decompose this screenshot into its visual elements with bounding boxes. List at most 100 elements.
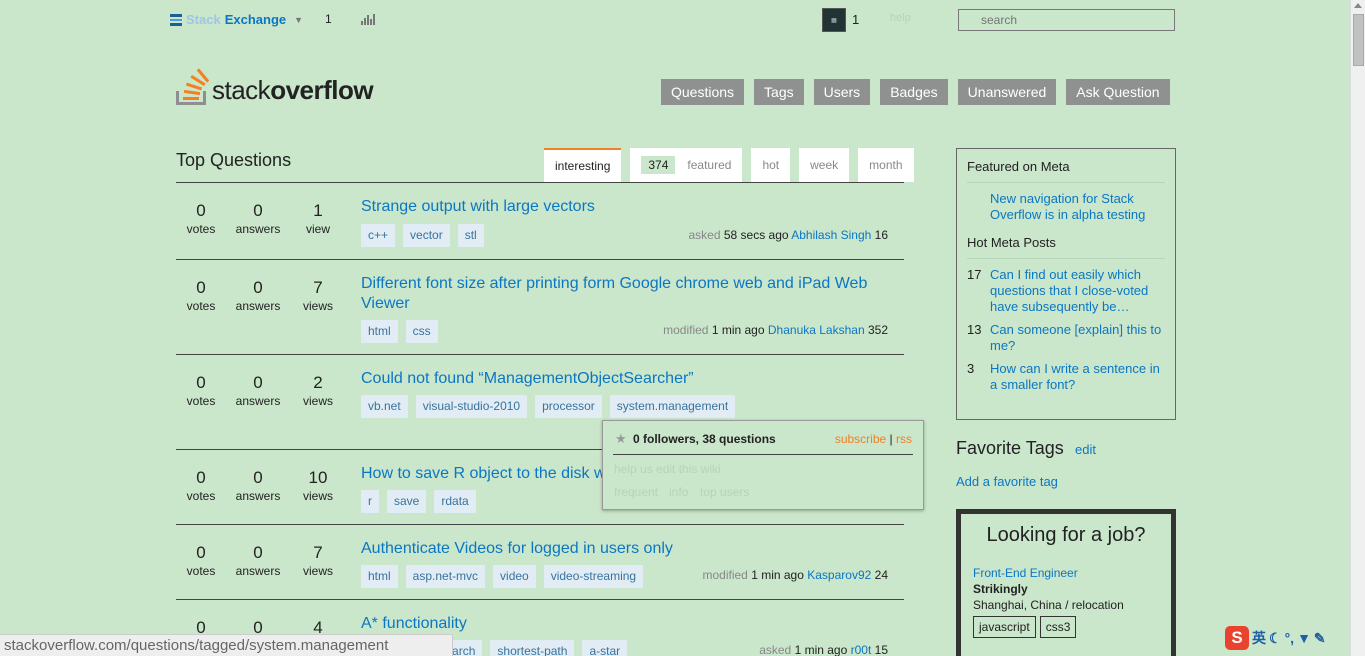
question-tags: html asp.net-mvc video video-streaming <box>361 565 644 588</box>
wrench-icon[interactable]: ✎ <box>1314 630 1326 647</box>
meta-hot-item: 13 Can someone [explain] this to me? <box>967 322 1165 354</box>
question-tags: r save rdata <box>361 490 476 513</box>
nav-unanswered[interactable]: Unanswered <box>957 79 1057 105</box>
nav-badges[interactable]: Badges <box>880 79 948 105</box>
meta-post-link[interactable]: New navigation for Stack Overflow is in … <box>990 191 1165 223</box>
vote-count: 0votes <box>186 278 216 313</box>
vote-count: 0votes <box>186 373 216 408</box>
meta-post-link[interactable]: Can I find out easily which questions th… <box>990 267 1165 315</box>
browser-status-bar: stackoverflow.com/questions/tagged/syste… <box>0 634 453 656</box>
favorite-tags-heading: Favorite Tags <box>956 438 1064 458</box>
tag-link[interactable]: r <box>361 490 379 513</box>
tag-subscribe-links: subscribe | rss <box>834 432 912 446</box>
tag-link[interactable]: html <box>361 320 398 343</box>
stackexchange-icon <box>170 13 182 26</box>
avatar[interactable]: ▦ <box>822 8 846 32</box>
vote-count: 0votes <box>186 543 216 578</box>
punct-icon[interactable]: °, <box>1285 630 1295 646</box>
search-input[interactable] <box>958 9 1175 31</box>
meta-post-link[interactable]: How can I write a sentence in a smaller … <box>990 361 1165 393</box>
question-title-link[interactable]: Could not found “ManagementObjectSearche… <box>361 369 881 389</box>
moon-icon[interactable]: ☾ <box>1269 630 1282 647</box>
tag-link[interactable]: processor <box>535 395 602 418</box>
tag-link[interactable]: visual-studio-2010 <box>415 395 528 418</box>
stackexchange-menu[interactable]: Stack Exchange ▼ <box>170 12 303 27</box>
subscribe-link[interactable]: subscribe <box>835 432 886 446</box>
meta-featured-item: New navigation for Stack Overflow is in … <box>967 191 1165 223</box>
tag-link[interactable]: a-star <box>582 640 628 656</box>
job-tag[interactable]: javascript <box>973 616 1036 638</box>
tag-top-users-link[interactable]: top users <box>700 485 749 499</box>
stackexchange-label-exchange: Exchange <box>224 12 287 27</box>
user-link[interactable]: Dhanuka Lakshan <box>768 323 865 337</box>
tag-link[interactable]: vb.net <box>361 395 408 418</box>
tab-week[interactable]: week <box>799 148 850 182</box>
tag-link[interactable]: shortest-path <box>490 640 575 656</box>
user-link[interactable]: Abhilash Singh <box>791 228 871 242</box>
tag-frequent-link[interactable]: frequent <box>614 485 658 499</box>
answer-count: 0answers <box>235 468 281 503</box>
answer-count: 0answers <box>235 543 281 578</box>
tag-link[interactable]: video-streaming <box>543 565 644 588</box>
rss-link[interactable]: rss <box>896 432 912 446</box>
question-title-link[interactable]: Authenticate Videos for logged in users … <box>361 539 881 559</box>
review-icon[interactable] <box>361 13 377 25</box>
answer-count: 0answers <box>235 373 281 408</box>
meta-sidebar-box: Featured on Meta New navigation for Stac… <box>956 148 1176 420</box>
job-tag[interactable]: css3 <box>1039 616 1077 638</box>
user-link[interactable]: r00t <box>851 643 872 656</box>
view-count: 1 view <box>305 201 330 236</box>
question-title-link[interactable]: Different font size after printing form … <box>361 274 881 314</box>
tag-link[interactable]: c++ <box>361 224 396 247</box>
tag-link[interactable]: css <box>405 320 438 343</box>
favorite-tags-edit-link[interactable]: edit <box>1075 442 1096 457</box>
nav-ask-question[interactable]: Ask Question <box>1066 79 1170 105</box>
edit-wiki-link[interactable]: help us edit this wiki <box>614 462 721 476</box>
sogou-logo-icon[interactable]: S <box>1225 626 1249 650</box>
tag-popup: ★ 0 followers, 38 questions subscribe | … <box>602 420 924 510</box>
featured-count-badge: 374 <box>641 156 676 174</box>
add-favorite-tag-link[interactable]: Add a favorite tag <box>956 474 1058 489</box>
job-title-link[interactable]: Front-End Engineer <box>973 566 1078 580</box>
user-link[interactable]: Kasparov92 <box>807 568 871 582</box>
question-summary: 0 votes 0 answers 7 views Authenticate Vide… <box>176 525 904 600</box>
logo-text: stackoverflow <box>212 75 374 105</box>
star-icon[interactable]: ★ <box>615 431 627 447</box>
tag-link[interactable]: video <box>493 565 536 588</box>
question-title-link[interactable]: Strange output with large vectors <box>361 197 881 217</box>
top-bar: Stack Exchange ▼ 1 ▦ 1 help <box>0 0 1350 40</box>
tab-month[interactable]: month <box>858 148 914 182</box>
tag-link[interactable]: asp.net-mvc <box>405 565 486 588</box>
shirt-icon[interactable]: ▼ <box>1297 630 1311 646</box>
reputation-count[interactable]: 1 <box>852 12 859 27</box>
help-link[interactable]: help <box>890 12 911 24</box>
tag-link[interactable]: save <box>387 490 427 513</box>
job-tags: javascript css3 <box>973 616 1159 638</box>
tag-link[interactable]: html <box>361 565 398 588</box>
tag-link[interactable]: stl <box>457 224 484 247</box>
main-nav: Questions Tags Users Badges Unanswered A… <box>661 79 1170 105</box>
meta-hot-item: 17 Can I find out easily which questions… <box>967 267 1165 315</box>
tag-link[interactable]: rdata <box>434 490 476 513</box>
nav-tags[interactable]: Tags <box>754 79 804 105</box>
nav-users[interactable]: Users <box>813 79 871 105</box>
tag-link[interactable]: system.management <box>609 395 736 418</box>
tab-featured[interactable]: 374 featured <box>630 148 743 182</box>
stackoverflow-logo[interactable]: stackoverflow <box>176 65 374 105</box>
vote-count: 0votes <box>186 468 216 503</box>
vertical-scrollbar[interactable] <box>1350 0 1365 656</box>
ime-language-toggle[interactable]: 英 <box>1252 628 1266 648</box>
inbox-count[interactable]: 1 <box>325 12 332 26</box>
tab-hot[interactable]: hot <box>751 148 791 182</box>
scroll-up-arrow-icon[interactable] <box>1354 3 1362 8</box>
tag-info-link[interactable]: info <box>669 485 688 499</box>
meta-post-link[interactable]: Can someone [explain] this to me? <box>990 322 1165 354</box>
tab-interesting[interactable]: interesting <box>544 148 622 182</box>
nav-questions[interactable]: Questions <box>661 79 745 105</box>
view-count: 10 views <box>302 468 333 503</box>
question-title-link[interactable]: A* functionality <box>361 614 881 634</box>
tag-link[interactable]: vector <box>403 224 450 247</box>
question-tabs: interesting 374 featured hot week month <box>544 148 914 182</box>
question-meta: asked 58 secs ago Abhilash Singh 16 <box>688 228 888 242</box>
scroll-thumb[interactable] <box>1353 14 1364 66</box>
